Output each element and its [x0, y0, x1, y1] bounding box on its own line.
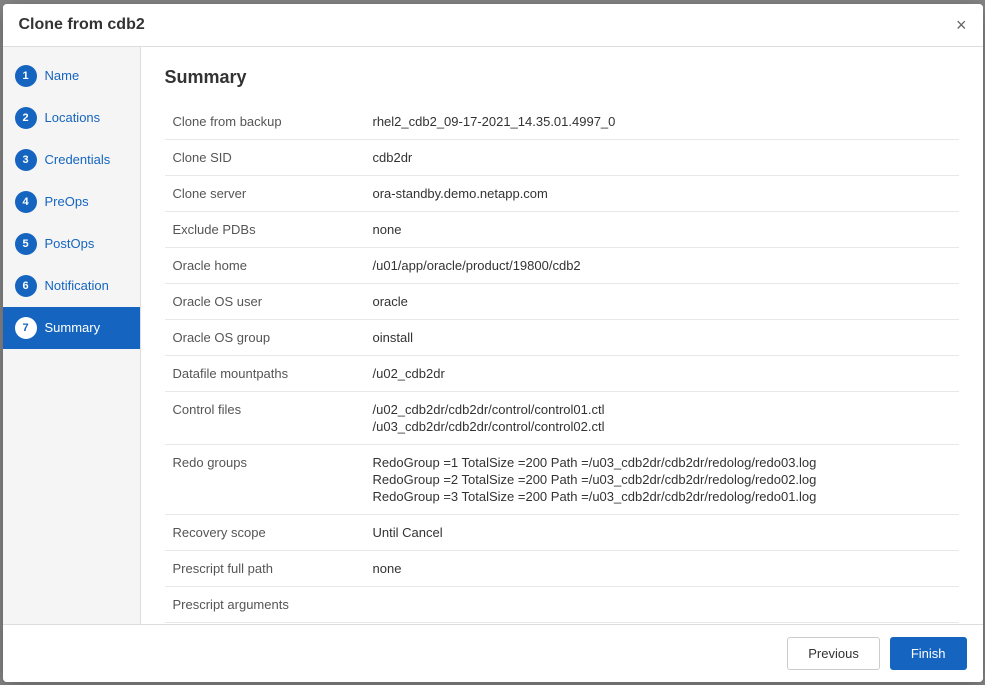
- close-button[interactable]: ×: [956, 16, 967, 34]
- sidebar-item-locations[interactable]: 2 Locations: [3, 97, 140, 139]
- sidebar-item-summary[interactable]: 7 Summary: [3, 307, 140, 349]
- step-number-3: 3: [15, 149, 37, 171]
- modal-title: Clone from cdb2: [19, 16, 145, 34]
- row-label: Redo groups: [165, 444, 365, 514]
- row-label: Prescript full path: [165, 550, 365, 586]
- modal-footer: Previous Finish: [3, 624, 983, 682]
- modal-header: Clone from cdb2 ×: [3, 4, 983, 47]
- table-row: Recovery scopeUntil Cancel: [165, 514, 959, 550]
- sidebar-label-preops: PreOps: [45, 194, 89, 209]
- row-label: Datafile mountpaths: [165, 355, 365, 391]
- modal: Clone from cdb2 × 1 Name 2 Locations 3 Creden…: [3, 4, 983, 682]
- row-value: oinstall: [365, 319, 959, 355]
- row-value: none: [365, 211, 959, 247]
- row-value: RedoGroup =1 TotalSize =200 Path =/u03_c…: [365, 444, 959, 514]
- table-row: Clone from backuprhel2_cdb2_09-17-2021_1…: [165, 104, 959, 140]
- modal-body: 1 Name 2 Locations 3 Credentials 4 PreOps 5 PostO…: [3, 47, 983, 624]
- sidebar-label-locations: Locations: [45, 110, 101, 125]
- step-number-2: 2: [15, 107, 37, 129]
- sidebar-label-postops: PostOps: [45, 236, 95, 251]
- table-row: Prescript arguments: [165, 586, 959, 622]
- row-label: Clone server: [165, 175, 365, 211]
- sidebar-label-name: Name: [45, 68, 80, 83]
- table-row: Oracle OS groupoinstall: [165, 319, 959, 355]
- sidebar-label-credentials: Credentials: [45, 152, 111, 167]
- row-label: Recovery scope: [165, 514, 365, 550]
- row-value: [365, 586, 959, 622]
- row-label: Control files: [165, 391, 365, 444]
- step-number-7: 7: [15, 317, 37, 339]
- row-value: cdb2dr: [365, 139, 959, 175]
- sidebar-item-notification[interactable]: 6 Notification: [3, 265, 140, 307]
- row-value: oracle: [365, 283, 959, 319]
- table-row: Oracle home/u01/app/oracle/product/19800…: [165, 247, 959, 283]
- row-label: Prescript arguments: [165, 586, 365, 622]
- sidebar-item-preops[interactable]: 4 PreOps: [3, 181, 140, 223]
- row-value: /u02_cdb2dr/cdb2dr/control/control01.ctl…: [365, 391, 959, 444]
- sidebar-item-postops[interactable]: 5 PostOps: [3, 223, 140, 265]
- previous-button[interactable]: Previous: [787, 637, 880, 670]
- table-row: Oracle OS useroracle: [165, 283, 959, 319]
- step-number-5: 5: [15, 233, 37, 255]
- step-number-6: 6: [15, 275, 37, 297]
- row-value: /u01/app/oracle/product/19800/cdb2: [365, 247, 959, 283]
- summary-table: Clone from backuprhel2_cdb2_09-17-2021_1…: [165, 104, 959, 624]
- table-row: Clone serverora-standby.demo.netapp.com: [165, 175, 959, 211]
- table-row: Prescript full pathnone: [165, 550, 959, 586]
- row-value: Until Cancel: [365, 514, 959, 550]
- row-value: ora-standby.demo.netapp.com: [365, 175, 959, 211]
- content-title: Summary: [165, 67, 959, 88]
- row-label: Oracle OS user: [165, 283, 365, 319]
- row-value: /u02_cdb2dr: [365, 355, 959, 391]
- sidebar-item-name[interactable]: 1 Name: [3, 55, 140, 97]
- row-label: Clone SID: [165, 139, 365, 175]
- sidebar: 1 Name 2 Locations 3 Credentials 4 PreOps 5 PostO…: [3, 47, 141, 624]
- row-value: none: [365, 550, 959, 586]
- row-label: Clone from backup: [165, 104, 365, 140]
- finish-button[interactable]: Finish: [890, 637, 967, 670]
- table-row: Datafile mountpaths/u02_cdb2dr: [165, 355, 959, 391]
- table-row: Control files/u02_cdb2dr/cdb2dr/control/…: [165, 391, 959, 444]
- row-label: Exclude PDBs: [165, 211, 365, 247]
- content-area: Summary Clone from backuprhel2_cdb2_09-1…: [141, 47, 983, 624]
- row-value: rhel2_cdb2_09-17-2021_14.35.01.4997_0: [365, 104, 959, 140]
- step-number-4: 4: [15, 191, 37, 213]
- step-number-1: 1: [15, 65, 37, 87]
- sidebar-item-credentials[interactable]: 3 Credentials: [3, 139, 140, 181]
- table-row: Exclude PDBsnone: [165, 211, 959, 247]
- table-row: Redo groupsRedoGroup =1 TotalSize =200 P…: [165, 444, 959, 514]
- main-content: Summary Clone from backuprhel2_cdb2_09-1…: [141, 47, 983, 624]
- sidebar-label-notification: Notification: [45, 278, 109, 293]
- sidebar-label-summary: Summary: [45, 320, 101, 335]
- table-row: Clone SIDcdb2dr: [165, 139, 959, 175]
- modal-overlay: Clone from cdb2 × 1 Name 2 Locations 3 Creden…: [0, 0, 985, 685]
- row-label: Oracle home: [165, 247, 365, 283]
- row-label: Oracle OS group: [165, 319, 365, 355]
